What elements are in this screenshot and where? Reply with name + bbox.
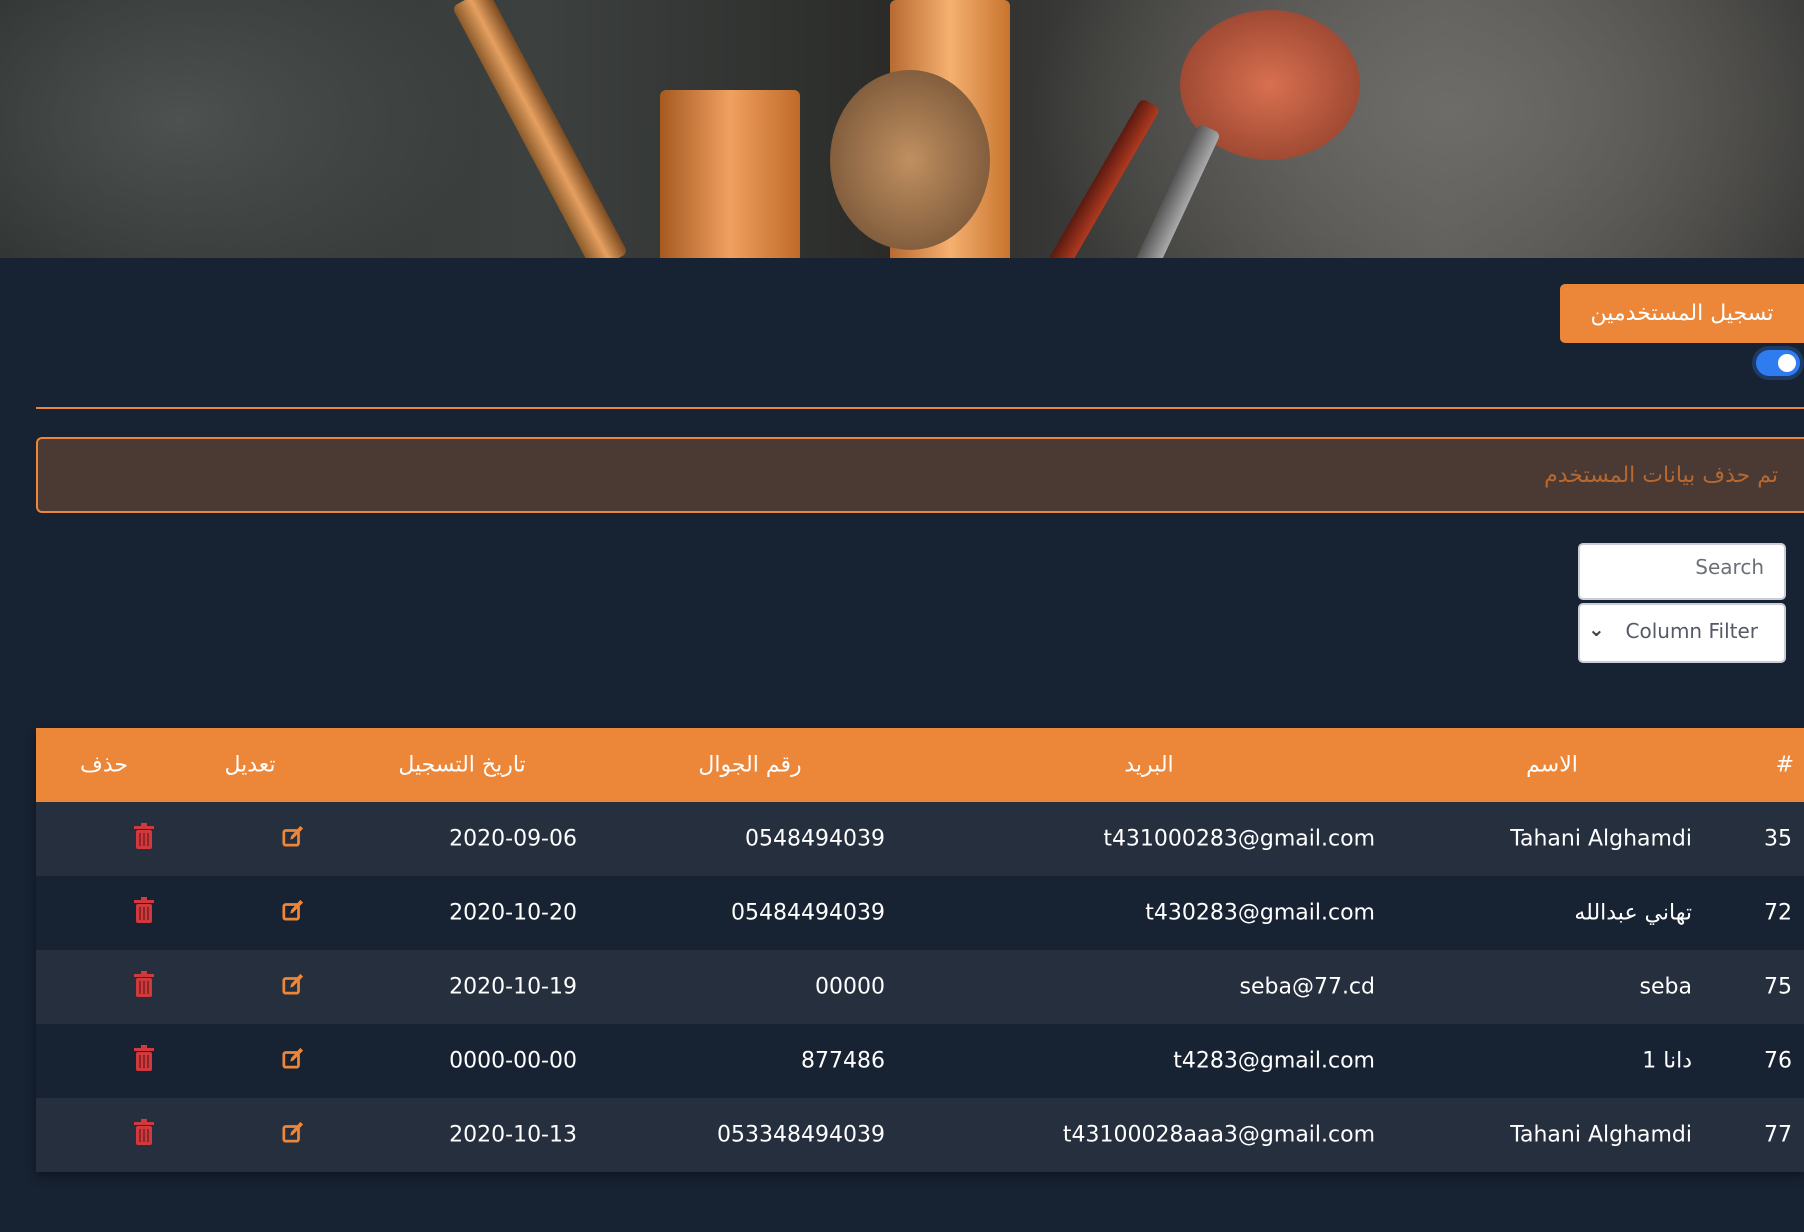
cell-phone: 00000	[815, 974, 885, 1000]
cell-name: Tahani Alghamdi	[1510, 1122, 1692, 1148]
cell-name: تهاني عبدالله	[1574, 900, 1692, 926]
edit-icon[interactable]	[282, 1045, 304, 1077]
header-name[interactable]: الاسم	[1526, 753, 1578, 778]
cell-id: 75	[1764, 974, 1792, 1000]
divider	[36, 407, 1804, 409]
cell-email: t431000283@gmail.com	[1103, 826, 1375, 852]
trash-icon[interactable]	[133, 971, 155, 1003]
column-filter-label: Column Filter	[1625, 619, 1758, 643]
table-row: 77 Tahani Alghamdi t43100028aaa3@gmail.c…	[36, 1098, 1804, 1172]
table-row: 72 تهاني عبدالله t430283@gmail.com 05484…	[36, 876, 1804, 950]
table-row: 35 Tahani Alghamdi t431000283@gmail.com …	[36, 802, 1804, 876]
users-table: # الاسم البريد رقم الجوال تاريخ التسجيل …	[36, 728, 1804, 1172]
header-email[interactable]: البريد	[1124, 753, 1173, 778]
search-input[interactable]: Search	[1578, 543, 1786, 600]
table-header: # الاسم البريد رقم الجوال تاريخ التسجيل …	[36, 728, 1804, 802]
header-delete: حذف	[80, 752, 128, 778]
table-row: 76 دانا 1 t4283@gmail.com 877486 0000-00…	[36, 1024, 1804, 1098]
trash-icon[interactable]	[133, 1119, 155, 1151]
cell-id: 77	[1764, 1122, 1792, 1148]
header-date[interactable]: تاريخ التسجيل	[398, 753, 525, 778]
edit-icon[interactable]	[282, 823, 304, 855]
toggle-switch[interactable]	[1756, 350, 1800, 376]
table-row: 75 seba seba@77.cd 00000 2020-10-19	[36, 950, 1804, 1024]
toggle-knob	[1778, 354, 1796, 372]
cell-date: 2020-09-06	[449, 826, 577, 852]
trash-icon[interactable]	[133, 823, 155, 855]
cell-email: t430283@gmail.com	[1145, 900, 1375, 926]
header-phone[interactable]: رقم الجوال	[698, 753, 801, 778]
alert-text: تم حذف بيانات المستخدم	[1544, 462, 1778, 488]
header-edit: تعديل	[224, 752, 276, 778]
cell-email: t4283@gmail.com	[1173, 1048, 1375, 1074]
hero-banner-image	[0, 0, 1804, 258]
trash-icon[interactable]	[133, 897, 155, 929]
register-users-button[interactable]: تسجيل المستخدمين	[1560, 284, 1804, 343]
chevron-down-icon: ⌄	[1588, 617, 1605, 641]
cell-date: 2020-10-13	[449, 1122, 577, 1148]
cell-id: 72	[1764, 900, 1792, 926]
edit-icon[interactable]	[282, 897, 304, 929]
cell-name: دانا 1	[1642, 1048, 1692, 1074]
cell-name: Tahani Alghamdi	[1510, 826, 1692, 852]
cell-phone: 877486	[801, 1048, 885, 1074]
cell-email: seba@77.cd	[1239, 974, 1376, 1000]
cell-id: 76	[1764, 1048, 1792, 1074]
cell-email: t43100028aaa3@gmail.com	[1062, 1122, 1375, 1148]
cell-phone: 053348494039	[717, 1122, 885, 1148]
cell-name: seba	[1639, 974, 1692, 1000]
cell-date: 2020-10-19	[449, 974, 577, 1000]
cell-phone: 05484494039	[731, 900, 885, 926]
trash-icon[interactable]	[133, 1045, 155, 1077]
header-id[interactable]: #	[1776, 753, 1794, 778]
column-filter-select[interactable]: ⌄ Column Filter	[1578, 603, 1786, 663]
edit-icon[interactable]	[282, 971, 304, 1003]
cell-date: 2020-10-20	[449, 900, 577, 926]
alert-message: تم حذف بيانات المستخدم	[36, 437, 1804, 513]
cell-date: 0000-00-00	[449, 1048, 577, 1074]
cell-id: 35	[1764, 826, 1792, 852]
edit-icon[interactable]	[282, 1119, 304, 1151]
cell-phone: 0548494039	[745, 826, 885, 852]
